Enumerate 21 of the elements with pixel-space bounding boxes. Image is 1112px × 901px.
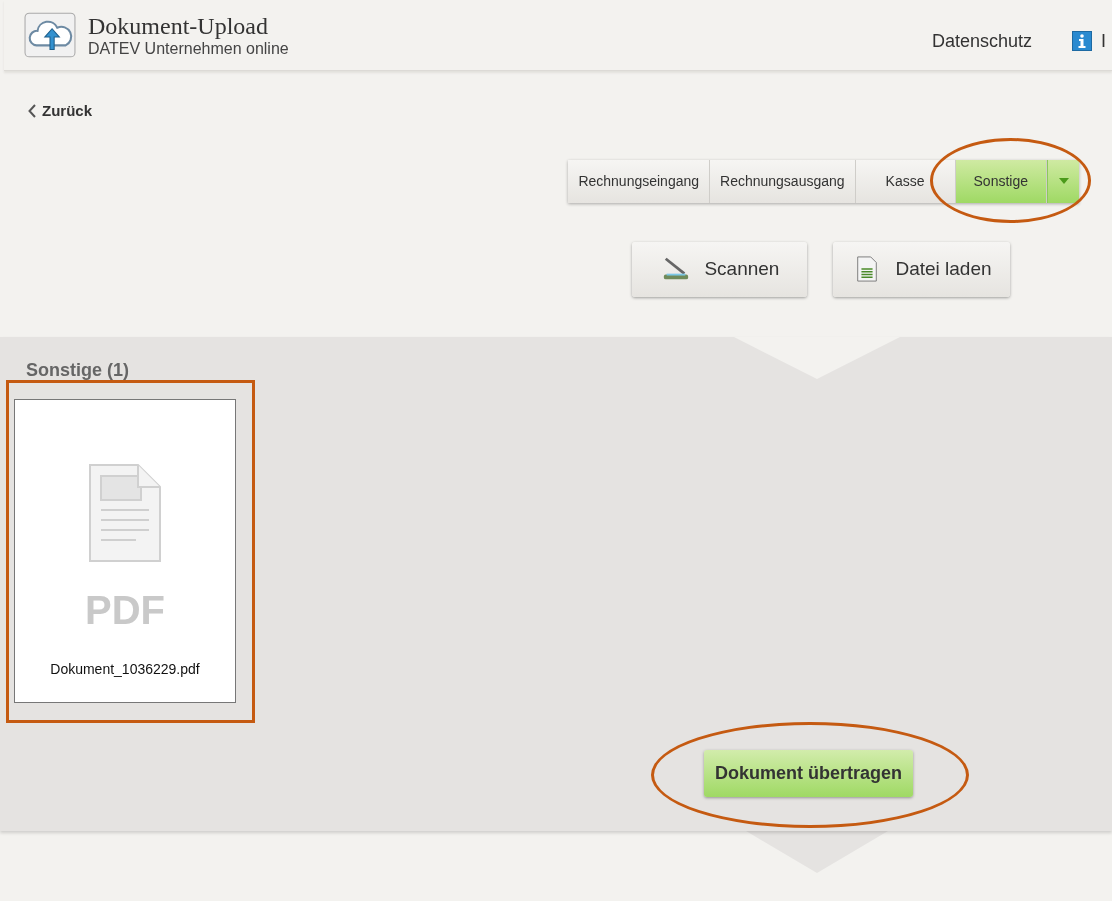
caret-icon [1058, 178, 1069, 184]
section-title: Sonstige (1) [26, 359, 130, 381]
transfer-button[interactable]: Dokument übertragen [704, 749, 914, 797]
scan-button[interactable]: Scannen [632, 241, 808, 297]
back-link[interactable]: Zurück [28, 102, 92, 119]
file-name: Dokument_1036229.pdf [50, 660, 200, 677]
load-file-button[interactable]: Datei laden [833, 241, 1010, 297]
privacy-link[interactable]: Datenschutz [931, 30, 1032, 52]
document-icon [89, 463, 161, 562]
document-type-tab[interactable]: Rechnungseingang [568, 159, 711, 203]
document-type-tab[interactable]: Sonstige [955, 159, 1047, 203]
document-type-tab[interactable]: Rechnungsausgang [710, 159, 856, 203]
document-type-tab[interactable]: Kasse [855, 159, 956, 203]
app-title: Dokument-Upload [88, 12, 269, 40]
info-link[interactable]: I [1101, 30, 1106, 52]
info-icon [1072, 31, 1092, 51]
chevron-left-icon [28, 103, 36, 118]
dropdown-button[interactable] [1047, 159, 1079, 203]
app-subtitle: DATEV Unternehmen online [88, 40, 289, 58]
cloud-upload-icon [24, 12, 76, 58]
scanner-icon [662, 256, 691, 282]
